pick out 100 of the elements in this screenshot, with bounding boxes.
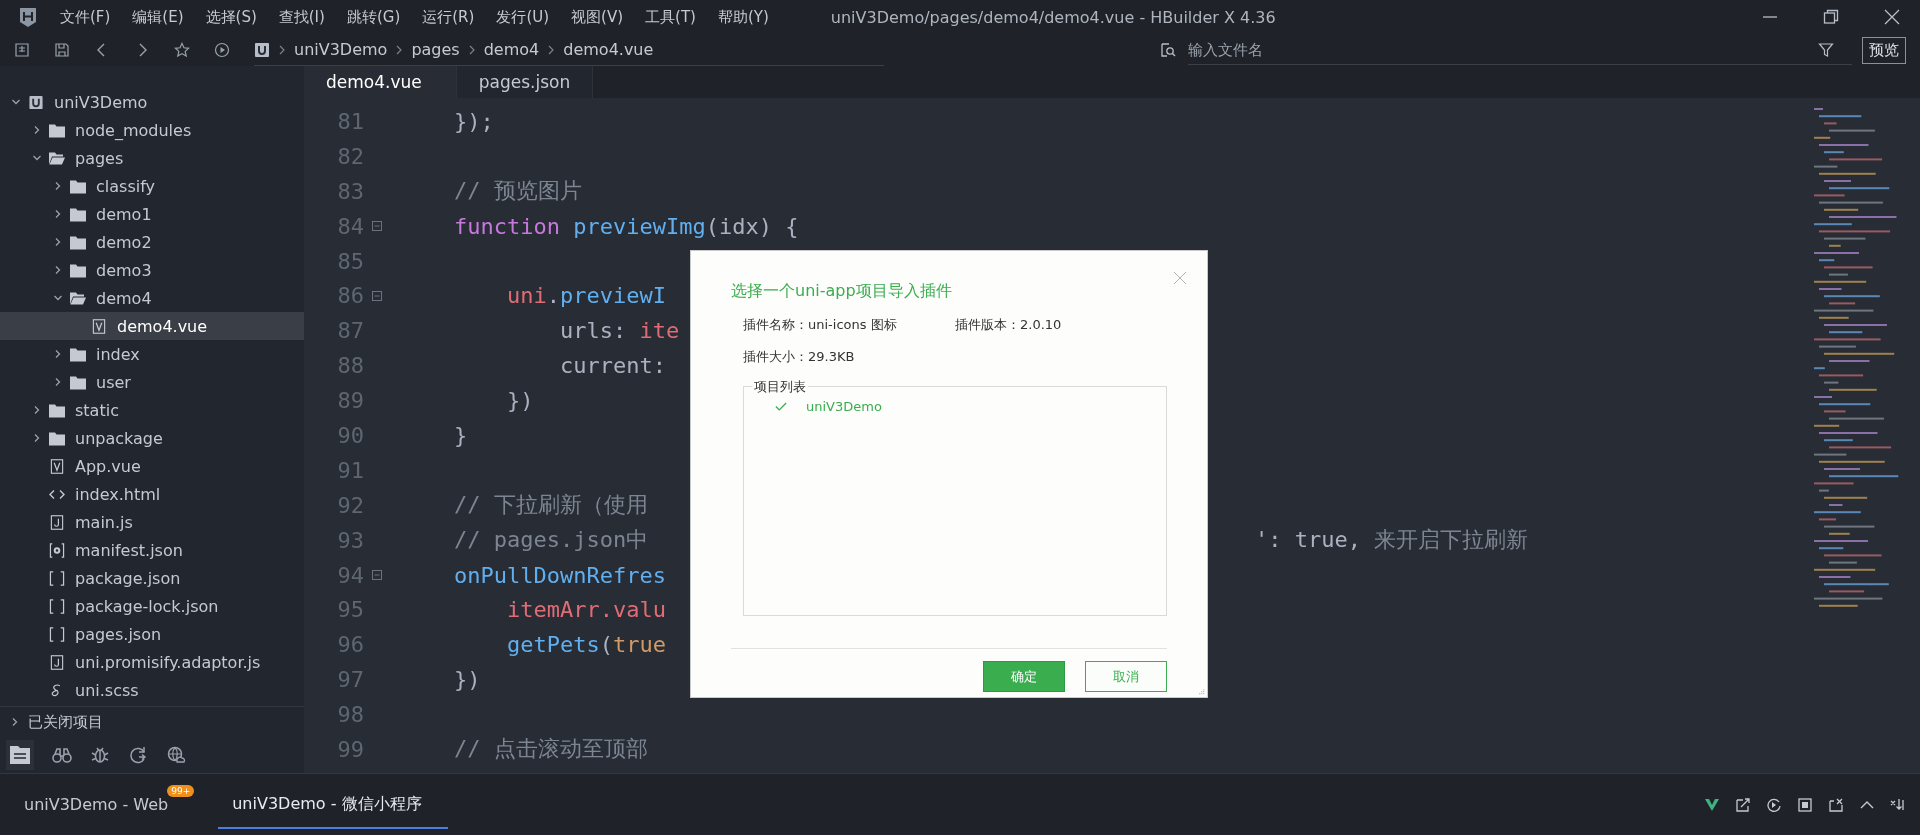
menu-item[interactable]: 编辑(E) (132, 7, 184, 27)
chevron-icon (547, 43, 556, 56)
script-file-icon (49, 514, 65, 530)
chevron-right-icon[interactable] (10, 717, 20, 727)
tree-item[interactable]: index (96, 344, 140, 364)
filter-icon[interactable] (1818, 42, 1834, 58)
refresh-icon[interactable] (128, 746, 148, 764)
star-icon[interactable] (174, 42, 190, 58)
chevron-right-icon[interactable] (32, 125, 42, 135)
tree-item[interactable]: demo1 (96, 204, 152, 224)
collapse-icon[interactable] (372, 570, 382, 580)
line-number: 84 (336, 213, 364, 239)
tree-item[interactable]: uni.scss (75, 680, 139, 700)
new-file-icon[interactable] (14, 42, 30, 58)
project-list-legend: 项目列表 (752, 378, 808, 396)
app-logo-icon (18, 6, 38, 28)
plugin-version: 插件版本：2.0.10 (955, 316, 1062, 334)
tree-item[interactable]: package-lock.json (75, 596, 219, 616)
line-number: 95 (336, 597, 364, 623)
binoculars-icon[interactable] (52, 746, 72, 764)
code-text: current: (558, 353, 666, 379)
globe-icon[interactable] (166, 746, 186, 764)
project-manager-tab[interactable] (6, 740, 34, 770)
line-number: 89 (336, 388, 364, 414)
collapse-panel-icon[interactable] (1890, 796, 1906, 813)
chevron-right-icon[interactable] (53, 209, 63, 219)
chevron-down-icon[interactable] (32, 153, 42, 163)
settings-file-icon (49, 542, 65, 558)
bug-icon[interactable] (90, 746, 110, 764)
tree-item[interactable]: classify (96, 176, 155, 196)
code-text: ': true, 来开启下拉刷新 (1255, 526, 1529, 555)
chevron-icon (278, 43, 286, 56)
closed-projects-label[interactable]: 已关闭项目 (28, 712, 103, 732)
checkmark-icon[interactable] (775, 402, 787, 411)
export-icon[interactable] (1735, 796, 1751, 813)
menu-item[interactable]: 运行(R) (422, 7, 475, 27)
preview-button[interactable]: 预览 (1862, 36, 1906, 64)
chevron-right-icon[interactable] (53, 237, 63, 247)
chevron-down-icon[interactable] (53, 293, 63, 303)
collapse-icon[interactable] (372, 290, 382, 301)
tree-item[interactable]: manifest.json (75, 540, 183, 560)
menu-item[interactable]: 发行(U) (496, 7, 550, 27)
maximize-icon[interactable] (1823, 9, 1839, 25)
breadcrumb-item[interactable]: demo4.vue (563, 40, 654, 59)
save-icon[interactable] (54, 42, 70, 58)
menu-item[interactable]: 跳转(G) (346, 7, 401, 27)
tree-item[interactable]: App.vue (75, 456, 141, 476)
resize-grip-icon[interactable] (1199, 689, 1205, 695)
menu-item[interactable]: 工具(T) (645, 7, 696, 27)
editor-tab[interactable]: pages.json (456, 66, 594, 98)
open-folder-icon (70, 290, 86, 306)
file-search-field[interactable]: 输入文件名 (1188, 35, 1852, 65)
menu-item[interactable]: 选择(S) (205, 7, 257, 27)
chevron-down-icon[interactable] (11, 97, 21, 107)
menu-item[interactable]: 查找(I) (278, 7, 325, 27)
chevron-right-icon[interactable] (53, 349, 63, 359)
menu-item[interactable]: 帮助(Y) (717, 7, 769, 27)
tree-item[interactable]: uniV3Demo (54, 92, 148, 112)
code-text: }) (454, 667, 481, 693)
tree-item[interactable]: user (96, 372, 131, 392)
chevron-right-icon[interactable] (53, 377, 63, 387)
tree-item[interactable]: demo2 (96, 232, 152, 252)
breadcrumb-item[interactable]: uniV3Demo (294, 40, 388, 59)
run-icon[interactable] (214, 42, 230, 58)
editor-tab[interactable]: demo4.vue (304, 66, 457, 98)
tree-item[interactable]: uni.promisify.adaptor.js (75, 652, 261, 672)
tree-item[interactable]: pages.json (75, 624, 162, 644)
chevron-right-icon[interactable] (32, 405, 42, 415)
clear-icon[interactable] (1828, 796, 1844, 813)
tree-item[interactable]: demo4 (96, 288, 152, 308)
chevron-right-icon[interactable] (32, 433, 42, 443)
menu-item[interactable]: 文件(F) (60, 7, 111, 27)
tree-item[interactable]: demo3 (96, 260, 152, 280)
chevron-right-icon[interactable] (53, 265, 63, 275)
console-tab[interactable]: uniV3Demo - 微信小程序 (218, 780, 448, 829)
chevron-right-icon[interactable] (53, 181, 63, 191)
chevron-icon (467, 43, 476, 56)
line-number: 93 (336, 527, 364, 553)
tree-item[interactable]: pages (75, 148, 124, 168)
line-number: 82 (336, 143, 364, 169)
folder-icon (49, 430, 65, 446)
tree-item[interactable]: package.json (75, 568, 181, 588)
stop-icon[interactable] (1797, 796, 1813, 813)
breadcrumb-item[interactable]: demo4 (483, 40, 540, 59)
tree-item[interactable]: node_modules (75, 120, 192, 140)
collapse-icon[interactable] (372, 221, 382, 232)
reload-icon[interactable] (1766, 796, 1782, 813)
breadcrumb-item[interactable]: pages (411, 40, 460, 59)
plugin-size: 插件大小：29.3KB (743, 348, 855, 366)
line-number: 86 (336, 283, 364, 309)
menu-item[interactable]: 视图(V) (571, 7, 624, 27)
console-tab[interactable]: uniV3Demo - Web 99+ (10, 781, 195, 828)
close-icon[interactable] (1884, 9, 1900, 25)
open-folder-icon (49, 150, 65, 166)
tree-item[interactable]: main.js (75, 512, 133, 532)
tree-item[interactable]: static (75, 400, 119, 420)
tree-item[interactable]: index.html (75, 484, 161, 504)
tree-item[interactable]: unpackage (75, 428, 163, 448)
line-number: 81 (336, 108, 364, 134)
v-logo-icon[interactable] (1704, 796, 1720, 813)
